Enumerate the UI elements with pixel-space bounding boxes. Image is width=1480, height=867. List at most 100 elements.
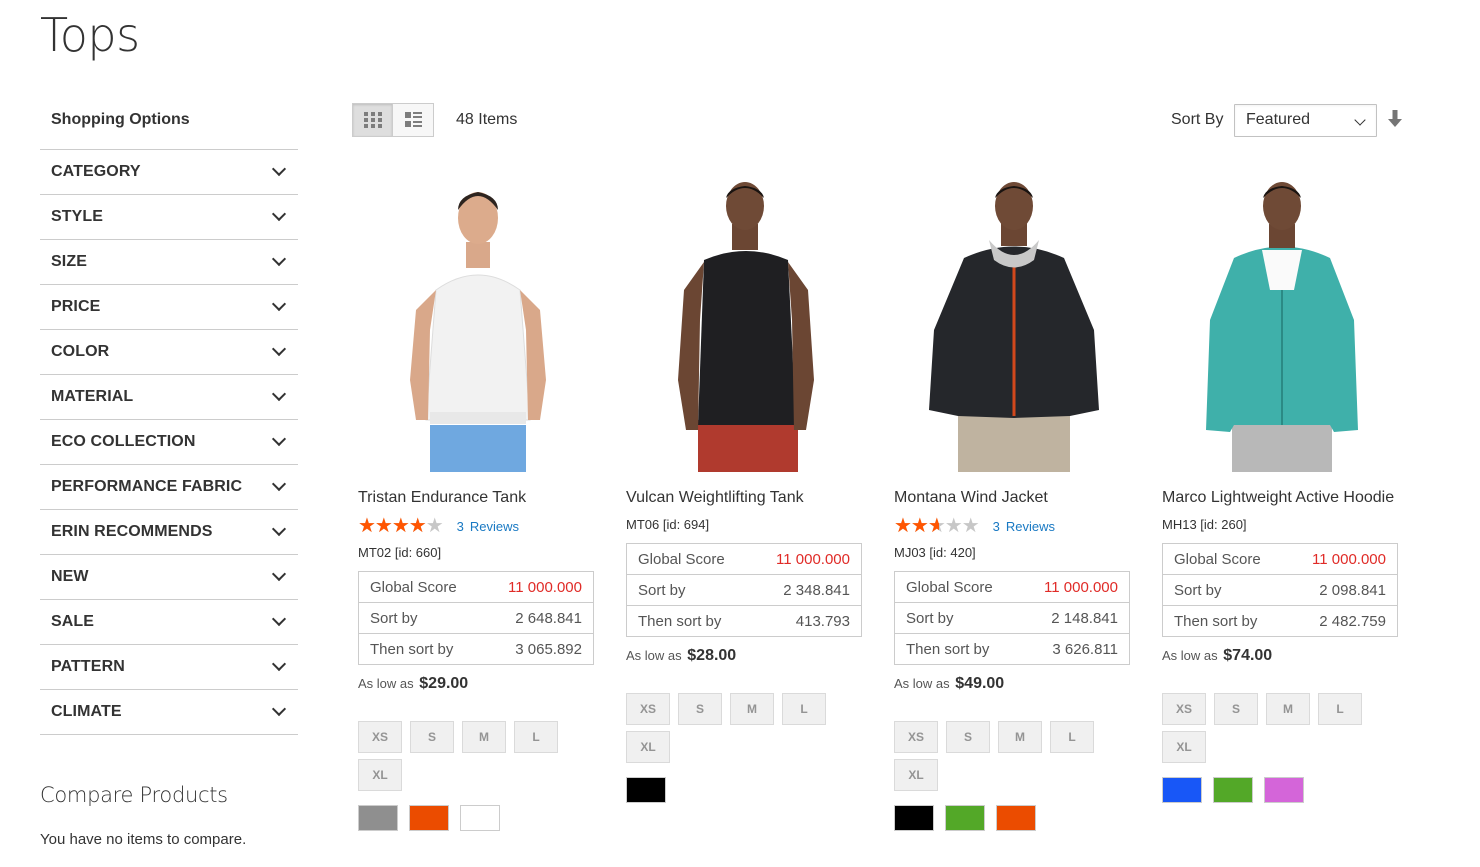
arrow-down-icon[interactable]	[1388, 110, 1402, 128]
filter-new[interactable]: NEW	[40, 555, 298, 600]
sort-score-value: 2 148.841	[1019, 602, 1130, 634]
size-swatch[interactable]: L	[782, 693, 826, 725]
filter-category[interactable]: CATEGORY	[40, 150, 298, 195]
filter-label: SALE	[51, 613, 95, 630]
filter-sale[interactable]: SALE	[40, 600, 298, 645]
shopping-options-heading: Shopping Options	[51, 111, 190, 128]
size-swatch[interactable]: XL	[894, 759, 938, 791]
filter-label: CLIMATE	[51, 703, 122, 720]
size-swatch[interactable]: L	[1050, 721, 1094, 753]
filter-erin-recommends[interactable]: ERIN RECOMMENDS	[40, 510, 298, 555]
product-price: $49.00	[955, 675, 1005, 692]
filter-label: NEW	[51, 568, 89, 585]
product-photo[interactable]	[1162, 180, 1402, 475]
chevron-down-icon	[271, 206, 287, 222]
filter-material[interactable]: MATERIAL	[40, 375, 298, 420]
color-swatch[interactable]	[409, 805, 449, 831]
score-label-global: Global Score	[370, 578, 457, 596]
color-swatch[interactable]	[1264, 777, 1304, 803]
chevron-down-icon	[271, 701, 287, 717]
size-swatch[interactable]: XL	[626, 731, 670, 763]
product-sku: MJ03 [id: 420]	[894, 545, 976, 560]
product-name[interactable]: Vulcan Weightlifting Tank	[626, 489, 866, 507]
color-swatch[interactable]	[460, 805, 500, 831]
size-swatch[interactable]: XL	[1162, 731, 1206, 763]
size-swatches: XS S M L XL	[626, 693, 866, 769]
size-swatch[interactable]: S	[678, 693, 722, 725]
sort-by-value: Featured	[1246, 111, 1311, 128]
filter-pattern[interactable]: PATTERN	[40, 645, 298, 690]
color-swatch[interactable]	[1213, 777, 1253, 803]
size-swatch[interactable]: M	[998, 721, 1042, 753]
size-swatch[interactable]: M	[1266, 693, 1310, 725]
chevron-down-icon	[271, 296, 287, 312]
filter-climate[interactable]: CLIMATE	[40, 690, 298, 735]
product-name[interactable]: Montana Wind Jacket	[894, 489, 1134, 507]
size-swatch[interactable]: M	[462, 721, 506, 753]
rating-stars: ★★★★★ ★★★★★	[894, 515, 980, 537]
size-swatch[interactable]: S	[1214, 693, 1258, 725]
chevron-down-icon	[271, 521, 287, 537]
score-label-sort: Sort by	[1162, 574, 1288, 606]
filter-size[interactable]: SIZE	[40, 240, 298, 285]
product-price: $28.00	[687, 647, 737, 664]
score-table: Global Score 11 000.000 Sort by 2 098.841 …	[1162, 543, 1398, 637]
reviews-link[interactable]: 3 Reviews	[457, 519, 519, 534]
size-swatch[interactable]: S	[410, 721, 454, 753]
filter-label: PERFORMANCE FABRIC	[51, 478, 243, 495]
sort-by-select[interactable]: Featured	[1234, 104, 1377, 137]
size-swatch[interactable]: XS	[626, 693, 670, 725]
size-swatch[interactable]: L	[514, 721, 558, 753]
color-swatch[interactable]	[358, 805, 398, 831]
size-swatch[interactable]: M	[730, 693, 774, 725]
size-swatch[interactable]: XS	[894, 721, 938, 753]
size-swatch[interactable]: XS	[358, 721, 402, 753]
price-box: As low as $49.00	[894, 675, 1005, 692]
product-name[interactable]: Marco Lightweight Active Hoodie	[1162, 489, 1402, 507]
size-swatch[interactable]: L	[1318, 693, 1362, 725]
filter-label: CATEGORY	[51, 163, 141, 180]
color-swatch[interactable]	[996, 805, 1036, 831]
page-title: Tops	[40, 8, 140, 62]
product-price: $29.00	[419, 675, 469, 692]
list-view-button[interactable]	[393, 103, 434, 137]
score-label-sort: Sort by	[358, 602, 484, 634]
filter-price[interactable]: PRICE	[40, 285, 298, 330]
color-swatch[interactable]	[1162, 777, 1202, 803]
global-score-value: 11 000.000	[776, 550, 850, 568]
color-swatches	[894, 805, 1134, 831]
chevron-down-icon	[271, 386, 287, 402]
size-swatch[interactable]: S	[946, 721, 990, 753]
size-swatch[interactable]: XL	[358, 759, 402, 791]
product-price: $74.00	[1223, 647, 1273, 664]
global-score-value: 11 000.000	[508, 578, 582, 596]
filter-eco-collection[interactable]: ECO COLLECTION	[40, 420, 298, 465]
filter-style[interactable]: STYLE	[40, 195, 298, 240]
price-box: As low as $74.00	[1162, 647, 1273, 664]
color-swatch[interactable]	[945, 805, 985, 831]
filter-label: COLOR	[51, 343, 110, 360]
score-label-global: Global Score	[1174, 550, 1261, 568]
grid-view-button[interactable]	[352, 103, 393, 137]
color-swatch[interactable]	[894, 805, 934, 831]
size-swatches: XS S M L XL	[358, 721, 598, 797]
sort-by-label: Sort By	[1171, 111, 1224, 128]
filter-color[interactable]: COLOR	[40, 330, 298, 375]
sort-score-value: 2 098.841	[1287, 574, 1398, 606]
score-label-then: Then sort by	[358, 633, 484, 665]
rating-summary: ★★★★★ ★★★★★ 3Reviews	[358, 515, 598, 537]
chevron-down-icon	[1354, 114, 1366, 126]
size-swatch[interactable]: XS	[1162, 693, 1206, 725]
product-photo[interactable]	[894, 180, 1134, 475]
product-sku: MT02 [id: 660]	[358, 545, 442, 560]
list-icon	[404, 112, 422, 127]
then-sort-value: 2 482.759	[1287, 605, 1398, 637]
chevron-down-icon	[271, 251, 287, 267]
product-photo[interactable]	[626, 180, 866, 475]
compare-empty-message: You have no items to compare.	[40, 831, 247, 848]
product-name[interactable]: Tristan Endurance Tank	[358, 489, 598, 507]
reviews-link[interactable]: 3 Reviews	[993, 519, 1055, 534]
color-swatch[interactable]	[626, 777, 666, 803]
filter-performance-fabric[interactable]: PERFORMANCE FABRIC	[40, 465, 298, 510]
product-photo[interactable]	[358, 180, 598, 475]
